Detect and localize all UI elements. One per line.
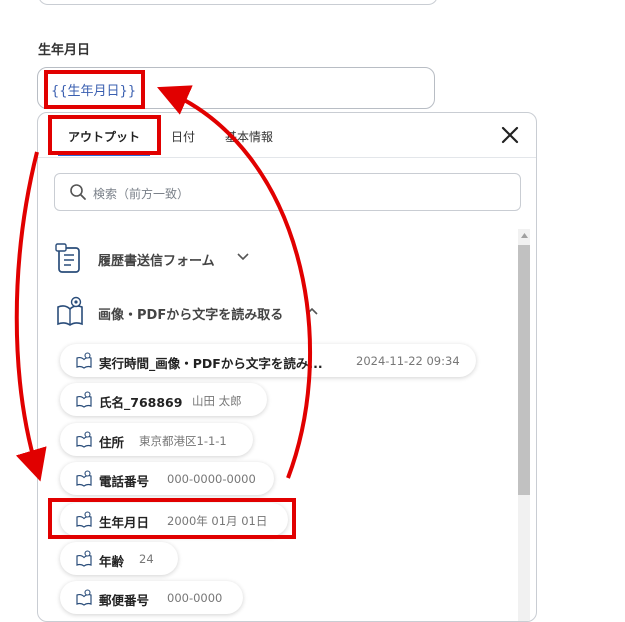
field-label: 生年月日 — [38, 43, 91, 58]
output-value: 24 — [139, 552, 154, 566]
output-value: 000-0000 — [167, 591, 223, 605]
group-label: 画像・PDFから文字を読み取る — [98, 308, 284, 323]
scrollbar-thumb[interactable] — [518, 245, 530, 495]
variable-picker-panel: アウトプット 日付 基本情報 検索（前方一致） 履歴書送信フォーム 画像・PDF… — [37, 112, 537, 622]
chevron-down-icon — [237, 253, 249, 261]
scrollbar[interactable] — [518, 229, 530, 621]
close-icon — [501, 126, 519, 144]
output-value: 東京都港区1-1-1 — [139, 434, 227, 448]
search-input[interactable]: 検索（前方一致） — [54, 173, 521, 211]
form-icon — [55, 243, 80, 273]
output-value: 山田 太郎 — [192, 394, 242, 408]
book-ocr-icon — [76, 431, 92, 448]
group-label: 履歴書送信フォーム — [98, 254, 215, 269]
output-item[interactable]: 氏名_768869 山田 太郎 — [60, 383, 267, 416]
output-name: 住所 — [99, 435, 125, 450]
output-value: 2024-11-22 09:34 — [356, 354, 460, 368]
close-button[interactable] — [498, 123, 522, 147]
output-name: 氏名_768869 — [99, 395, 183, 410]
annotation-box-birthdate — [48, 498, 296, 539]
chevron-up-icon — [306, 307, 318, 315]
arrow-tab-to-item — [14, 151, 47, 482]
output-item[interactable]: 年齢 24 — [60, 542, 178, 575]
annotation-box-tab — [48, 115, 161, 155]
output-name: 実行時間_画像・PDFから文字を読み... — [99, 356, 323, 371]
output-name: 電話番号 — [99, 474, 150, 489]
output-name: 年齢 — [99, 554, 125, 569]
output-value: 000-0000-0000 — [167, 472, 256, 486]
output-item[interactable]: 郵便番号 000-0000 — [60, 581, 243, 614]
output-item[interactable]: 実行時間_画像・PDFから文字を読み... 2024-11-22 09:34 — [60, 344, 476, 377]
book-ocr-icon — [76, 352, 92, 369]
tab-date[interactable]: 日付 — [171, 128, 195, 145]
book-ocr-icon — [57, 296, 83, 326]
search-icon — [70, 184, 86, 200]
output-item[interactable]: 電話番号 000-0000-0000 — [60, 462, 274, 495]
book-ocr-icon — [76, 589, 92, 606]
previous-field-input[interactable] — [38, 0, 438, 5]
scroll-up-arrow-icon — [521, 233, 528, 238]
search-placeholder: 検索（前方一致） — [93, 187, 190, 201]
annotation-box-input — [44, 70, 145, 109]
tab-basic-info[interactable]: 基本情報 — [225, 128, 273, 145]
book-ocr-icon — [76, 550, 92, 567]
book-ocr-icon — [76, 391, 92, 408]
output-item[interactable]: 住所 東京都港区1-1-1 — [60, 423, 253, 456]
book-ocr-icon — [76, 470, 92, 487]
output-name: 郵便番号 — [99, 593, 150, 608]
